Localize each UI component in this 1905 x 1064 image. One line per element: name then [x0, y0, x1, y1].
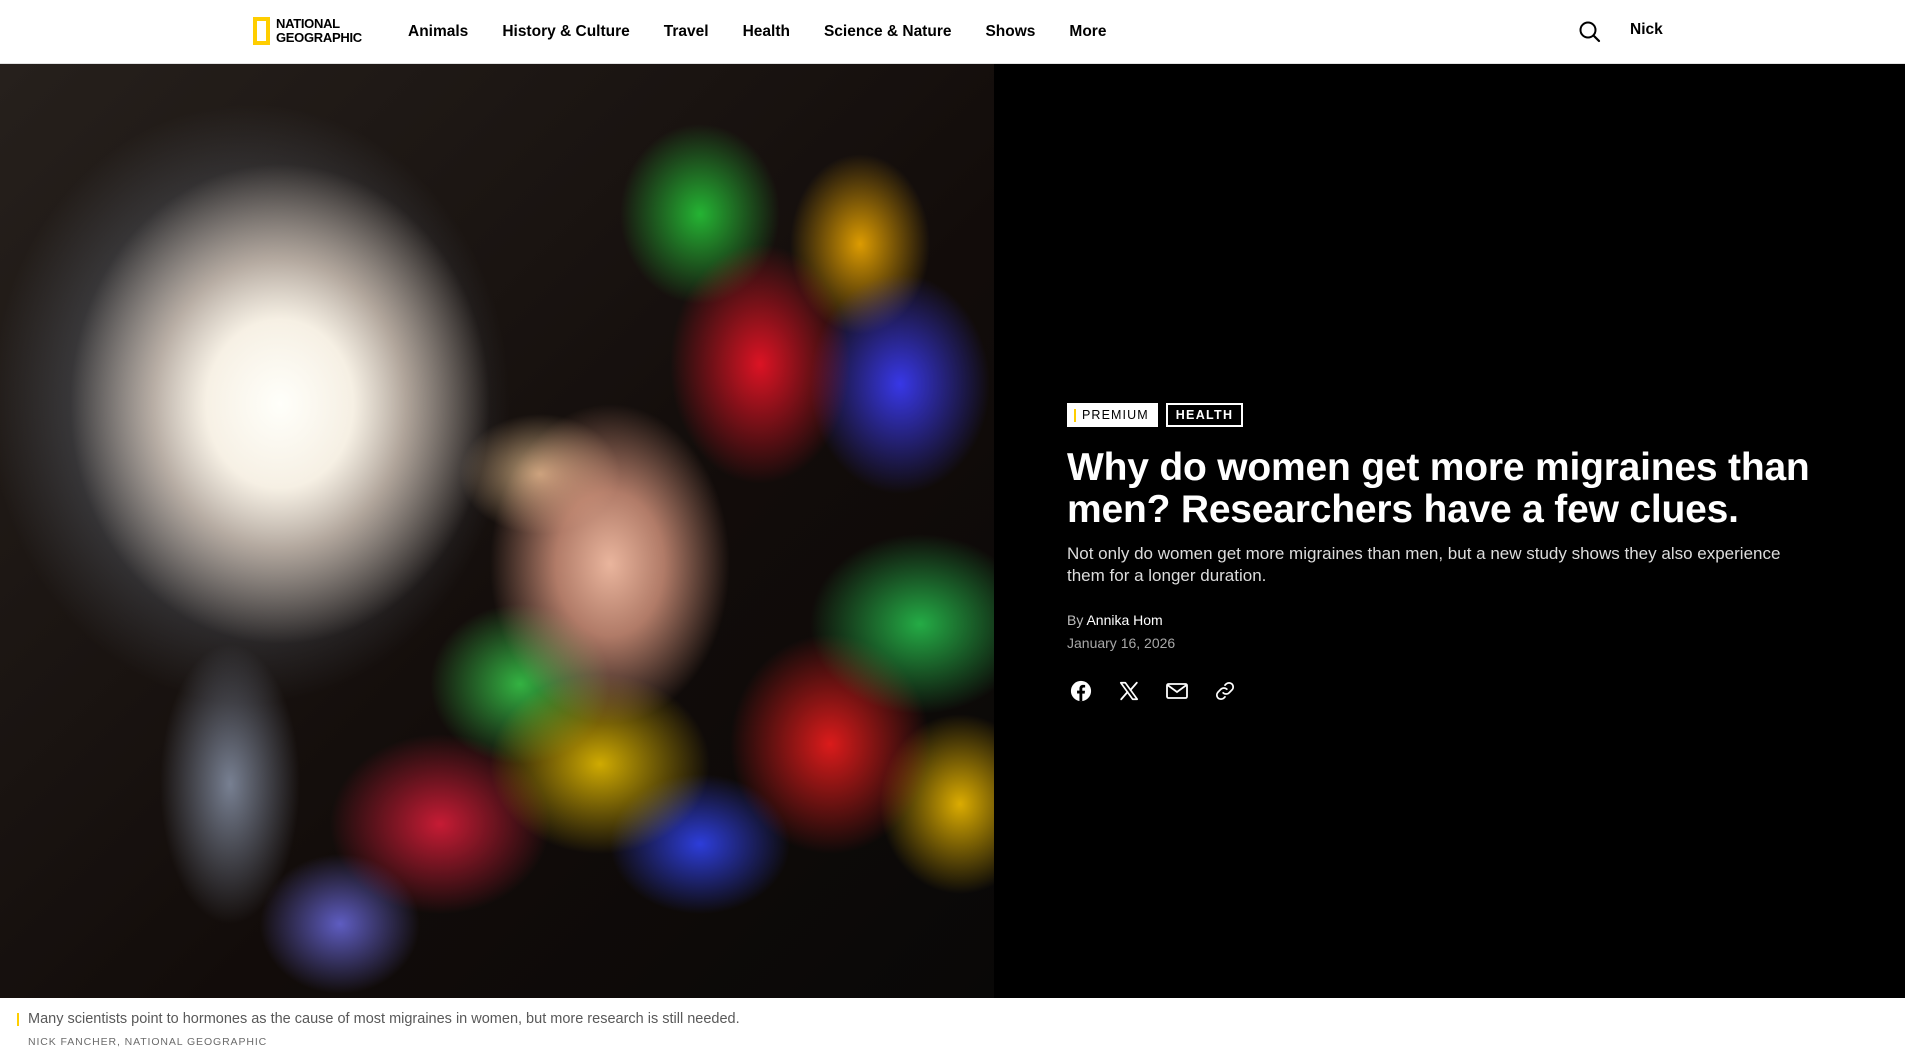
yellow-border-icon	[253, 17, 270, 45]
site-header: NATIONAL GEOGRAPHIC Animals History & Cu…	[0, 0, 1905, 64]
article-meta: PREMIUM HEALTH Why do women get more mig…	[1067, 403, 1827, 705]
logo-wordmark: NATIONAL GEOGRAPHIC	[276, 17, 362, 45]
byline: By Annika Hom	[1067, 612, 1827, 628]
share-bar	[1067, 677, 1827, 705]
search-icon[interactable]	[1577, 19, 1603, 45]
photo-credit: NICK FANCHER, NATIONAL GEOGRAPHIC	[28, 1036, 268, 1048]
premium-accent-bar	[1074, 408, 1076, 422]
article-headline: Why do women get more migraines than men…	[1067, 446, 1810, 531]
email-icon[interactable]	[1163, 677, 1191, 705]
premium-label: PREMIUM	[1082, 408, 1149, 422]
nav-item-health[interactable]: Health	[743, 23, 790, 41]
author-link[interactable]: Annika Hom	[1086, 612, 1162, 628]
category-tag-health[interactable]: HEALTH	[1165, 403, 1244, 427]
hero-photo	[0, 64, 994, 998]
main-nav: Animals History & Culture Travel Health …	[391, 0, 1123, 64]
byline-prefix: By	[1067, 612, 1084, 628]
national-geographic-logo[interactable]: NATIONAL GEOGRAPHIC	[253, 15, 362, 47]
caption-accent-bar	[17, 1012, 19, 1026]
photo-caption-area: Many scientists point to hormones as the…	[0, 998, 1905, 1064]
nav-item-science-nature[interactable]: Science & Nature	[824, 23, 952, 41]
facebook-icon[interactable]	[1067, 677, 1095, 705]
photo-caption: Many scientists point to hormones as the…	[17, 1011, 740, 1027]
x-icon[interactable]	[1115, 677, 1143, 705]
nav-item-travel[interactable]: Travel	[664, 23, 709, 41]
link-icon[interactable]	[1211, 677, 1239, 705]
publish-date: January 16, 2026	[1067, 635, 1176, 651]
nav-item-shows[interactable]: Shows	[985, 23, 1035, 41]
article-tags: PREMIUM HEALTH	[1067, 403, 1827, 427]
premium-badge: PREMIUM	[1067, 403, 1158, 427]
nav-item-history-culture[interactable]: History & Culture	[502, 23, 629, 41]
logo-line-1: NATIONAL	[276, 16, 340, 31]
logo-line-2: GEOGRAPHIC	[276, 30, 362, 45]
nav-item-animals[interactable]: Animals	[408, 23, 468, 41]
caption-text: Many scientists point to hormones as the…	[28, 1011, 740, 1027]
article-dek: Not only do women get more migraines tha…	[1067, 544, 1781, 585]
article-hero: PREMIUM HEALTH Why do women get more mig…	[0, 64, 1905, 998]
nav-item-more[interactable]: More	[1069, 23, 1106, 41]
user-account-link[interactable]: Nick	[1630, 21, 1663, 39]
